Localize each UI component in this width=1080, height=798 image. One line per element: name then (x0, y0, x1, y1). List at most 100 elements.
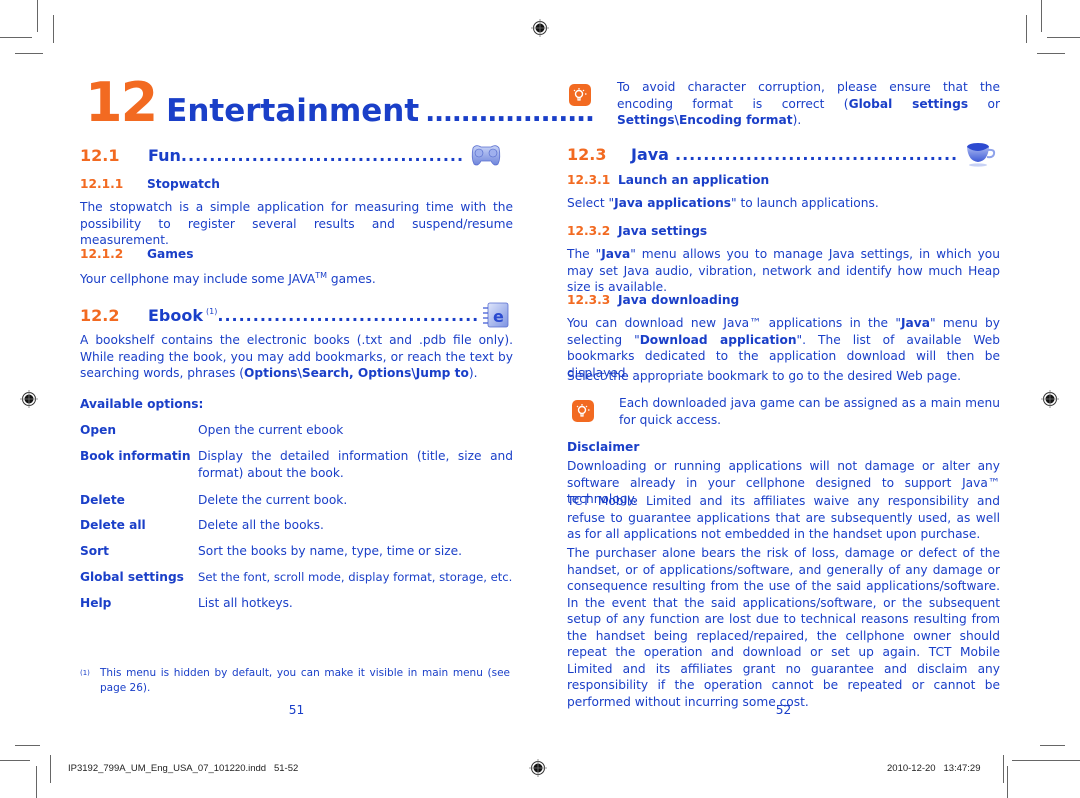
subsection-heading-launch: 12.3.1 Launch an application (567, 173, 769, 187)
footnote-mark: (1) (80, 669, 90, 677)
crop-mark (1012, 760, 1080, 761)
crop-mark (1037, 53, 1065, 54)
section-number: 12.1 (80, 145, 120, 165)
downloading-text: You can download new Java™ applications … (567, 316, 901, 330)
crop-mark (1041, 0, 1042, 32)
option-row: Delete all Delete all the books. (80, 517, 513, 543)
footnote-text: This menu is hidden by default, you can … (100, 667, 510, 694)
settings-text: The " (567, 247, 602, 261)
page-number: 52 (775, 703, 792, 717)
crop-mark (36, 766, 37, 798)
section-number: 12.3 (567, 144, 607, 164)
subsection-number: 12.3.1 (567, 173, 611, 187)
option-key: Delete (80, 493, 125, 507)
option-row: Delete Delete the current book. (80, 492, 513, 517)
trademark-mark: TM (315, 271, 328, 280)
footnote: (1) This menu is hidden by default, you … (80, 666, 510, 696)
option-value: Delete the current book. (198, 493, 348, 507)
ebook-text: ). (468, 366, 478, 380)
option-value: Open the current ebook (198, 423, 344, 437)
crop-mark (50, 755, 51, 783)
crop-mark (15, 53, 43, 54)
subsection-number: 12.3.2 (567, 224, 611, 238)
launch-paragraph: Select "Java applications" to launch app… (567, 195, 1000, 212)
lightbulb-tip-icon (569, 84, 591, 106)
subsection-number: 12.1.1 (80, 177, 124, 191)
tip-menu-path: Settings\Encoding format (617, 113, 793, 127)
subsection-number: 12.1.2 (80, 247, 124, 261)
disclaimer-heading: Disclaimer (567, 440, 640, 454)
subsection-heading-games: 12.1.2 Games (80, 247, 193, 261)
section-title: Ebook (148, 305, 204, 325)
option-key: Open (80, 423, 117, 437)
option-row: Global settings Set the font, scroll mod… (80, 569, 513, 595)
java-settings-paragraph: The "Java" menu allows you to manage Jav… (567, 246, 1000, 296)
dot-leader: ........................................… (217, 305, 477, 325)
option-value: Sort the books by name, type, time or si… (198, 544, 463, 558)
options-table: Open Open the current ebook Book informa… (80, 422, 513, 621)
ebook-icon: e (483, 302, 509, 328)
games-text: games. (327, 272, 376, 287)
crop-mark (1026, 15, 1027, 43)
print-file-name: IP3192_799A_UM_Eng_USA_07_101220.indd 51… (68, 763, 299, 774)
chapter-title: Entertainment (166, 93, 420, 129)
crop-mark (0, 760, 30, 761)
option-value: Set the font, scroll mode, display forma… (198, 570, 513, 584)
section-heading-ebook: 12.2 Ebook (1) .........................… (80, 301, 510, 329)
option-row: Sort Sort the books by name, type, time … (80, 543, 513, 569)
registration-mark-icon (531, 19, 549, 37)
svg-text:e: e (493, 307, 504, 326)
coffee-cup-icon (967, 143, 996, 167)
stopwatch-paragraph: The stopwatch is a simple application fo… (80, 200, 513, 247)
crop-mark (15, 745, 40, 746)
subsection-heading-java-settings: 12.3.2 Java settings (567, 224, 707, 238)
registration-mark-icon (20, 390, 38, 408)
available-options-heading: Available options: (80, 397, 204, 411)
subsection-heading-java-downloading: 12.3.3 Java downloading (567, 293, 739, 307)
tip-encoding: To avoid character corruption, please en… (617, 79, 1000, 129)
option-row: Open Open the current ebook (80, 422, 513, 448)
chapter-number: 12 (85, 71, 158, 134)
subsection-title: Stopwatch (147, 177, 220, 191)
option-key: Help (80, 596, 112, 610)
page-number: 51 (288, 703, 305, 717)
crop-mark (1047, 37, 1080, 38)
launch-menu-item: Java applications (614, 196, 732, 210)
disclaimer-paragraph: TCT Mobile Limited and its affiliates wa… (567, 494, 1000, 541)
subsection-title: Games (147, 247, 194, 261)
section-title: Java (631, 144, 669, 164)
footnote-ref[interactable]: (1) (206, 307, 217, 316)
lightbulb-tip-icon (572, 400, 594, 422)
launch-text: " to launch applications. (731, 196, 879, 210)
bookmark-paragraph: Select the appropriate bookmark to go to… (567, 369, 961, 383)
subsection-title: Java settings (618, 224, 708, 238)
option-row: Book informatin Display the detailed inf… (80, 448, 513, 492)
ebook-paragraph: A bookshelf contains the electronic book… (80, 332, 513, 382)
subsection-number: 12.3.3 (567, 293, 611, 307)
right-page: To avoid character corruption, please en… (567, 70, 1000, 730)
downloading-menu-item: Java (901, 316, 930, 330)
tip-text: or (968, 96, 1000, 111)
option-value: Delete all the books. (198, 518, 324, 532)
subsection-title: Launch an application (618, 173, 770, 187)
ebook-menu-path: Options\Search, Options\Jump to (244, 366, 469, 380)
option-value: Display the detailed information (title,… (198, 449, 513, 480)
crop-mark (53, 15, 54, 43)
option-value: List all hotkeys. (198, 596, 293, 610)
option-key: Book informatin (80, 449, 191, 463)
dot-leader: ........................................… (674, 144, 959, 164)
tip-java-game: Each downloaded java game can be assigne… (619, 396, 1000, 427)
crop-mark (1007, 766, 1008, 798)
option-row: Help List all hotkeys. (80, 595, 513, 621)
crop-mark (1040, 745, 1065, 746)
downloading-menu-item: Download application (639, 332, 797, 347)
settings-text: " menu allows you to manage Java setting… (567, 247, 1000, 294)
settings-menu-item: Java (601, 247, 631, 261)
crop-mark (37, 0, 38, 32)
option-key: Sort (80, 544, 109, 558)
section-title: Fun (148, 145, 181, 165)
option-key: Delete all (80, 518, 146, 532)
tip-menu-path: Global settings (848, 96, 969, 111)
launch-text: Select " (567, 196, 615, 210)
registration-mark-icon (529, 759, 547, 777)
